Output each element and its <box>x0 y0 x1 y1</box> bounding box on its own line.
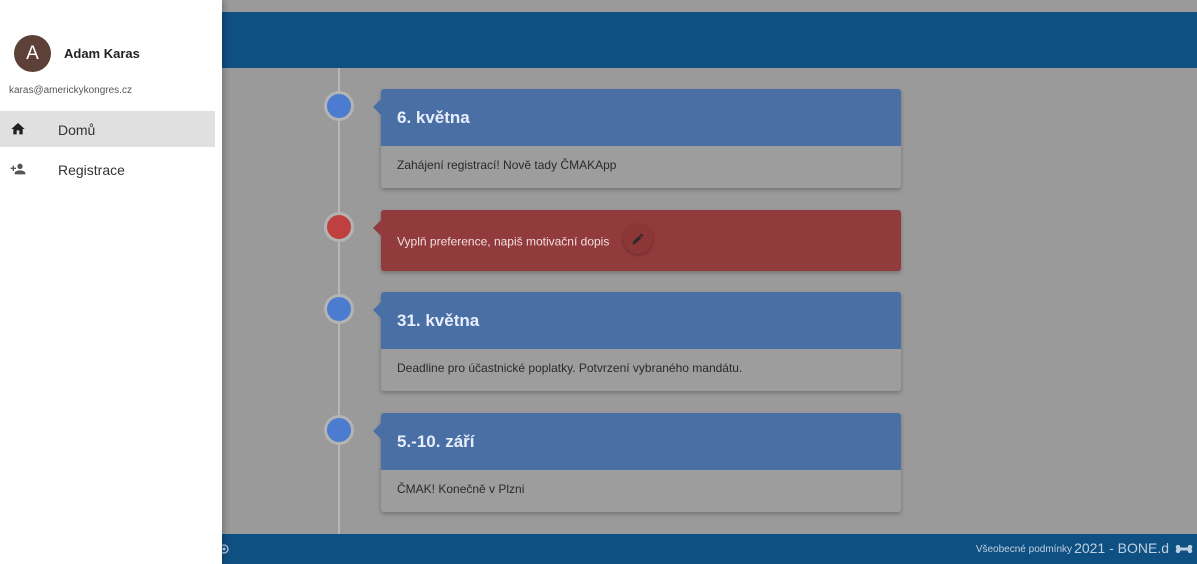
brand-text: 2021 - BONE.d <box>1074 540 1169 556</box>
navigation-drawer: A Adam Karas karas@americkykongres.cz Do… <box>0 0 222 564</box>
nav-item-home[interactable]: Domů <box>0 111 215 147</box>
event-text: Vyplň preference, napiš motivační dopis <box>397 234 610 249</box>
event-date: 5.-10. září <box>381 413 901 470</box>
user-email: karas@americkykongres.cz <box>9 85 132 96</box>
home-icon <box>11 123 25 135</box>
bone-icon <box>1175 542 1193 560</box>
timeline-card-3: 31. května Deadline pro účastnické popla… <box>373 292 901 391</box>
nav-label: Registrace <box>58 162 125 178</box>
nav-item-registration[interactable]: Registrace <box>0 151 215 187</box>
event-date: 31. května <box>381 292 901 349</box>
event-text: Deadline pro účastnické poplatky. Potvrz… <box>381 349 901 391</box>
timeline-dot <box>324 415 354 445</box>
event-text: Zahájení registrací! Nově tady ČMAKApp <box>381 146 901 188</box>
event-text: ČMAK! Konečně v Plzni <box>381 470 901 512</box>
user-name: Adam Karas <box>64 46 140 61</box>
timeline-dot <box>324 294 354 324</box>
timeline-card-4: 5.-10. září ČMAK! Konečně v Plzni <box>373 413 901 512</box>
timeline-dot <box>324 91 354 121</box>
avatar[interactable]: A <box>14 35 51 72</box>
edit-icon <box>632 233 643 245</box>
edit-button[interactable] <box>622 224 653 254</box>
timeline-card-2: Vyplň preference, napiš motivační dopis <box>373 210 901 271</box>
terms-link[interactable]: Všeobecné podmínky <box>976 544 1072 555</box>
timeline-card-1: 6. května Zahájení registrací! Nově tady… <box>373 89 901 188</box>
person-add-icon <box>10 163 26 175</box>
nav-label: Domů <box>58 122 96 138</box>
event-date: 6. května <box>381 89 901 146</box>
timeline-dot-active <box>324 212 354 242</box>
